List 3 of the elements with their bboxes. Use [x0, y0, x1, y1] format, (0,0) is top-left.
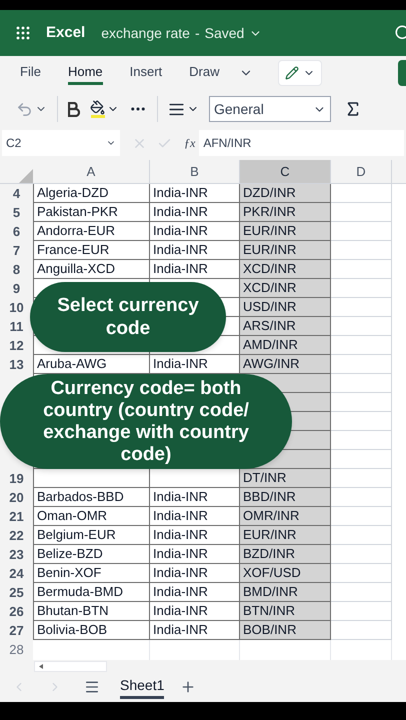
app-name: Excel [46, 22, 86, 43]
callout-tooltip: Currency code= both country (country code/ exchange with country code) [0, 374, 292, 469]
callout-tooltip: Select currency code [30, 282, 226, 352]
